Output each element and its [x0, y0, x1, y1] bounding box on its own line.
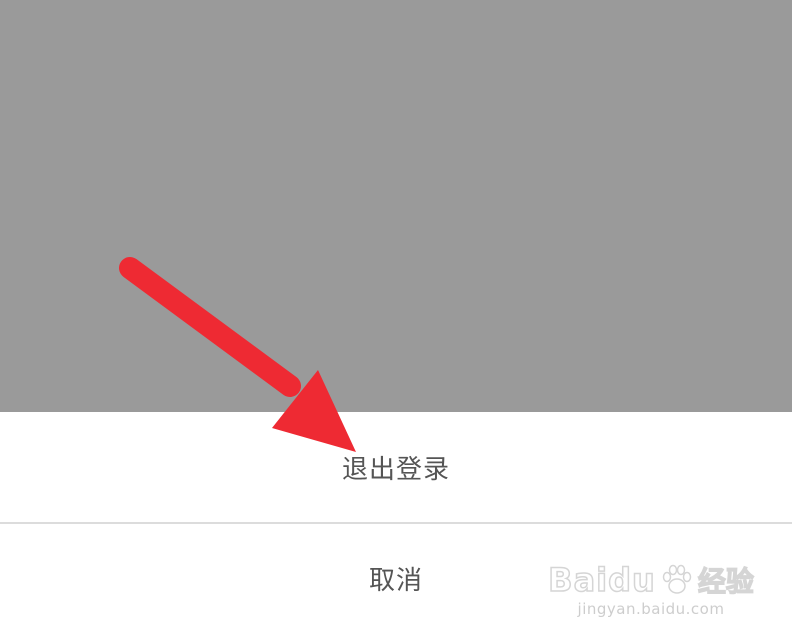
screen: 退出登录 取消 Baidu 经验 jingyan.baidu.com	[0, 0, 792, 632]
logout-label: 退出登录	[341, 454, 450, 485]
modal-backdrop[interactable]	[0, 0, 792, 412]
action-sheet: 退出登录 取消	[0, 412, 792, 632]
cancel-button[interactable]: 取消	[0, 524, 792, 632]
logout-button[interactable]: 退出登录	[0, 412, 792, 522]
cancel-label: 取消	[368, 565, 423, 596]
